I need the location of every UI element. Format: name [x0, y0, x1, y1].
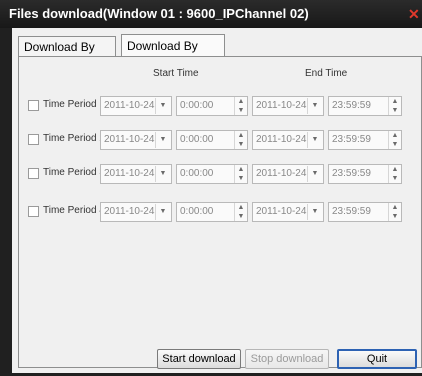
time-period-row: Time Period 1 2011-10-24 ▼ 0:00:00 ▲ ▼ 20… — [28, 96, 414, 116]
end-date-picker[interactable]: 2011-10-24 ▼ — [252, 96, 324, 116]
end-time-spinner[interactable]: 23:59:59 ▲ ▼ — [328, 164, 402, 184]
end-date-value: 2011-10-24 — [256, 134, 307, 145]
chevron-down-icon[interactable]: ▼ — [155, 98, 170, 114]
quit-button[interactable]: Quit — [337, 349, 417, 369]
spin-updown-icon[interactable]: ▲ ▼ — [234, 165, 247, 183]
chevron-down-icon[interactable]: ▼ — [155, 132, 170, 148]
start-date-picker[interactable]: 2011-10-24 ▼ — [100, 130, 172, 150]
end-time-header: End Time — [305, 68, 348, 79]
chevron-down-icon[interactable]: ▼ — [307, 98, 322, 114]
end-date-picker[interactable]: 2011-10-24 ▼ — [252, 164, 324, 184]
start-date-value: 2011-10-24 — [104, 206, 155, 217]
time-period-checkbox[interactable] — [28, 168, 39, 179]
tab-download-by-time[interactable]: Download By Time — [121, 34, 225, 75]
end-date-picker[interactable]: 2011-10-24 ▼ — [252, 202, 324, 222]
end-time-spinner[interactable]: 23:59:59 ▲ ▼ — [328, 130, 402, 150]
start-time-value: 0:00:00 — [180, 168, 214, 179]
time-period-label: Time Period 2 — [43, 133, 105, 144]
files-download-window: Files download(Window 01 : 9600_IPChanne… — [0, 0, 422, 376]
end-time-spinner[interactable]: 23:59:59 ▲ ▼ — [328, 96, 402, 116]
time-period-row: Time Period 3 2011-10-24 ▼ 0:00:00 ▲ ▼ 20… — [28, 164, 414, 184]
stop-download-button[interactable]: Stop download — [245, 349, 329, 369]
start-time-header: Start Time — [153, 68, 199, 79]
start-download-button[interactable]: Start download — [157, 349, 241, 369]
time-period-row: Time Period 4 2011-10-24 ▼ 0:00:00 ▲ ▼ 20… — [28, 202, 414, 222]
spin-updown-icon[interactable]: ▲ ▼ — [388, 203, 401, 221]
end-date-value: 2011-10-24 — [256, 100, 307, 111]
time-period-label: Time Period 4 — [43, 205, 105, 216]
start-date-value: 2011-10-24 — [104, 134, 155, 145]
end-date-value: 2011-10-24 — [256, 206, 307, 217]
end-date-picker[interactable]: 2011-10-24 ▼ — [252, 130, 324, 150]
end-date-value: 2011-10-24 — [256, 168, 307, 179]
time-period-row: Time Period 2 2011-10-24 ▼ 0:00:00 ▲ ▼ 20… — [28, 130, 414, 150]
spin-updown-icon[interactable]: ▲ ▼ — [234, 97, 247, 115]
time-period-label: Time Period 3 — [43, 167, 105, 178]
start-time-spinner[interactable]: 0:00:00 ▲ ▼ — [176, 130, 248, 150]
title-bar[interactable]: Files download(Window 01 : 9600_IPChanne… — [0, 0, 422, 28]
window-title: Files download(Window 01 : 9600_IPChanne… — [9, 6, 309, 21]
start-date-value: 2011-10-24 — [104, 100, 155, 111]
dialog-client-area: Download By File Download By Time Start … — [12, 28, 422, 373]
start-date-picker[interactable]: 2011-10-24 ▼ — [100, 164, 172, 184]
start-time-value: 0:00:00 — [180, 100, 214, 111]
end-time-value: 23:59:59 — [332, 168, 371, 179]
spin-updown-icon[interactable]: ▲ ▼ — [234, 203, 247, 221]
time-period-checkbox[interactable] — [28, 206, 39, 217]
start-time-value: 0:00:00 — [180, 206, 214, 217]
tab-download-by-file[interactable]: Download By File — [18, 36, 116, 74]
spin-updown-icon[interactable]: ▲ ▼ — [388, 131, 401, 149]
chevron-down-icon[interactable]: ▼ — [307, 132, 322, 148]
end-time-value: 23:59:59 — [332, 206, 371, 217]
chevron-down-icon[interactable]: ▼ — [307, 166, 322, 182]
time-period-checkbox[interactable] — [28, 100, 39, 111]
start-time-spinner[interactable]: 0:00:00 ▲ ▼ — [176, 202, 248, 222]
start-time-value: 0:00:00 — [180, 134, 214, 145]
close-icon[interactable]: ✕ — [408, 6, 422, 22]
chevron-down-icon[interactable]: ▼ — [155, 166, 170, 182]
start-date-value: 2011-10-24 — [104, 168, 155, 179]
start-date-picker[interactable]: 2011-10-24 ▼ — [100, 202, 172, 222]
spin-updown-icon[interactable]: ▲ ▼ — [388, 97, 401, 115]
end-time-value: 23:59:59 — [332, 100, 371, 111]
spin-updown-icon[interactable]: ▲ ▼ — [234, 131, 247, 149]
spin-updown-icon[interactable]: ▲ ▼ — [388, 165, 401, 183]
end-time-value: 23:59:59 — [332, 134, 371, 145]
start-time-spinner[interactable]: 0:00:00 ▲ ▼ — [176, 96, 248, 116]
chevron-down-icon[interactable]: ▼ — [155, 204, 170, 220]
start-time-spinner[interactable]: 0:00:00 ▲ ▼ — [176, 164, 248, 184]
chevron-down-icon[interactable]: ▼ — [307, 204, 322, 220]
start-date-picker[interactable]: 2011-10-24 ▼ — [100, 96, 172, 116]
end-time-spinner[interactable]: 23:59:59 ▲ ▼ — [328, 202, 402, 222]
time-period-label: Time Period 1 — [43, 99, 105, 110]
time-period-checkbox[interactable] — [28, 134, 39, 145]
